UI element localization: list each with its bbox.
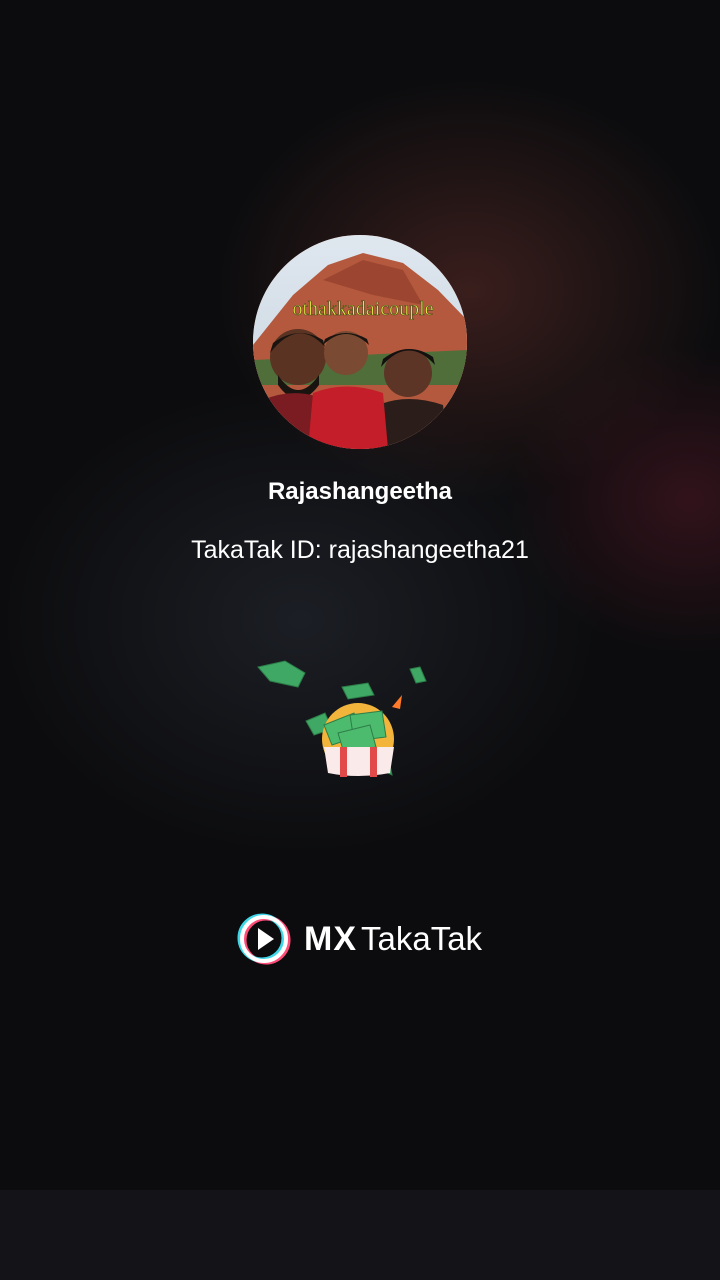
gift-money-icon — [250, 655, 440, 785]
mx-takatak-logo: MX TakaTak — [236, 910, 496, 968]
profile-avatar: othakkadaicouple — [253, 235, 467, 449]
mx-play-logo-icon — [237, 913, 291, 965]
screen-background — [0, 0, 720, 1190]
logo-mx-text: MX — [304, 919, 357, 958]
profile-takatak-id: TakaTak ID: rajashangeetha21 — [191, 536, 529, 564]
avatar-caption: othakkadaicouple — [292, 298, 433, 320]
profile-username: Rajashangeetha — [267, 478, 453, 505]
bottom-bar — [0, 1190, 720, 1280]
logo-takatak-text: TakaTak — [361, 920, 483, 957]
